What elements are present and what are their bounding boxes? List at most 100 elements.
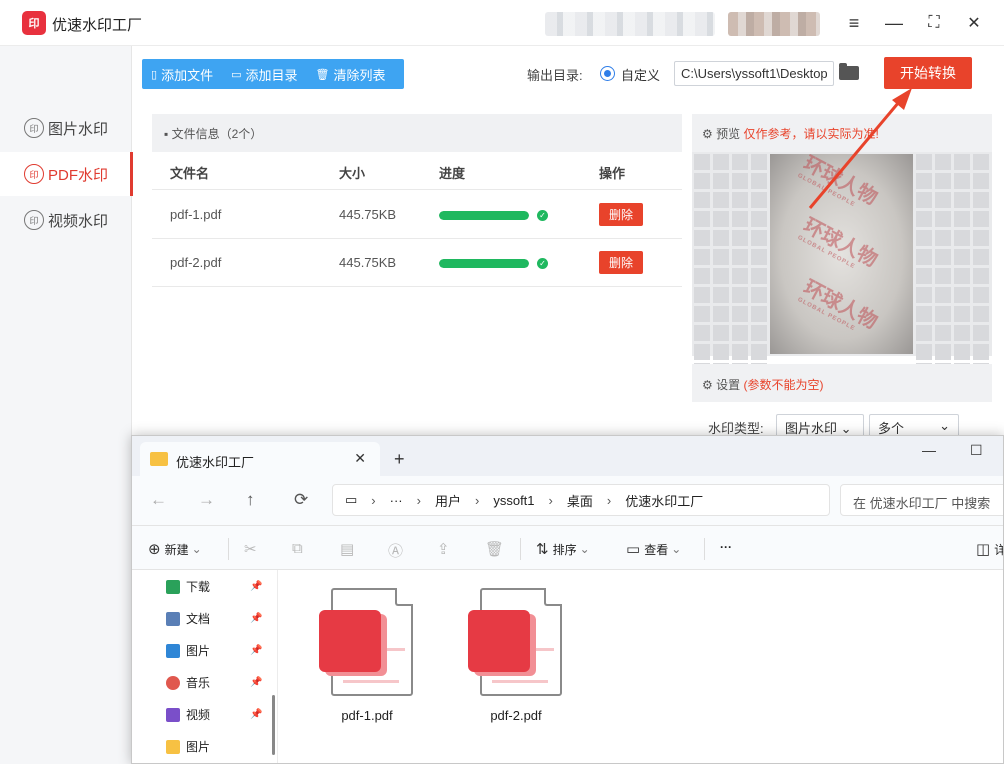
trash-icon: 🗑 [485,541,505,558]
address-bar: ← → ↑ ⟳ ▭ › ··· › 用户 › yssoft1 › 桌面 › 优速… [132,476,1003,526]
cut-button[interactable]: ✂ [244,540,261,558]
nav-item-documents[interactable]: 文档 📌 [166,610,266,627]
chevron-down-icon: ⌄ [939,418,950,433]
sidebar-item-image-watermark[interactable]: 印 图片水印 [0,106,132,150]
delete-button[interactable]: 删除 [599,203,643,226]
forward-icon[interactable]: → [198,490,215,510]
close-icon[interactable]: ✕ [960,10,988,36]
copy-icon: ⧉ [292,540,303,557]
refresh-icon[interactable]: ⟳ [294,490,308,510]
add-file-button[interactable]: ▯ 添加文件 [142,59,222,89]
nav-item-pictures[interactable]: 图片 📌 [166,642,266,659]
pointer-arrow-icon [808,88,912,209]
delete-button[interactable]: 删除 [599,251,643,274]
chevron-down-icon: ⌄ [840,421,852,436]
table-row: pdf-1.pdf 445.75KB ✓ 删除 [152,191,682,239]
divider [228,538,229,560]
video-icon [166,707,180,722]
new-button[interactable]: ⊕ 新建 ⌄ [148,540,202,558]
custom-output-radio[interactable] [600,66,615,81]
file-name-label[interactable]: pdf-1.pdf [307,708,427,723]
progress-bar [439,211,529,220]
sidebar-item-pdf-watermark[interactable]: 印 PDF水印 [0,152,133,196]
folder-icon[interactable] [839,63,859,80]
settings-label: 设置 [716,378,741,392]
table-row: pdf-2.pdf 445.75KB ✓ 删除 [152,239,682,287]
scrollbar[interactable] [272,695,275,755]
breadcrumb[interactable]: ▭ › ··· › 用户 › yssoft1 › 桌面 › 优速水印工厂 [332,484,830,516]
copy-button[interactable]: ⧉ [292,540,307,557]
pin-icon[interactable]: 📌 [250,613,262,624]
pdf-file-icon[interactable] [317,588,417,700]
delete-button[interactable]: 🗑 [485,540,508,558]
start-convert-button[interactable]: 开始转换 [884,57,972,89]
sidebar-item-video-watermark[interactable]: 印 视频水印 [0,198,132,242]
breadcrumb-item[interactable]: 用户 [435,491,461,510]
more-options-button[interactable]: ··· [720,540,732,554]
app-logo-icon: 印 [22,11,46,35]
file-name: pdf-2.pdf [170,255,222,270]
rename-button[interactable]: Ⓐ [388,540,407,561]
pin-icon[interactable]: 📌 [250,645,262,656]
minimize-icon[interactable]: — [922,442,936,458]
clear-list-button[interactable]: 🗑 清除列表 [307,59,395,89]
check-icon: ✓ [537,258,548,269]
gear-icon: ⚙ [702,127,717,141]
file-size: 445.75KB [339,255,397,270]
file-size: 445.75KB [339,207,397,222]
folder-icon [166,739,180,754]
breadcrumb-item[interactable]: 优速水印工厂 [625,491,703,510]
breadcrumb-more[interactable]: ··· [390,493,403,508]
output-path-input[interactable] [674,61,834,86]
progress-bar [439,259,529,268]
new-tab-icon[interactable]: + [394,449,405,470]
view-icon: ▭ [626,541,641,558]
breadcrumb-item[interactable]: yssoft1 [493,493,534,508]
nav-item-music[interactable]: 音乐 📌 [166,674,266,691]
sidebar-item-label: 视频水印 [48,212,109,230]
add-directory-button[interactable]: ▭ 添加目录 [222,59,306,89]
view-button[interactable]: ▭ 查看 ⌄ [626,540,681,558]
up-icon[interactable]: ↑ [246,490,255,510]
details-pane-button[interactable]: ◫详 [976,540,1003,558]
scissors-icon: ✂ [244,541,257,558]
paste-button[interactable]: ▤ [340,540,358,558]
download-icon [166,579,180,594]
minimize-icon[interactable]: — [880,10,908,36]
nav-item-videos[interactable]: 视频 📌 [166,706,266,723]
maximize-icon[interactable]: ⛶ [920,10,948,36]
blurred-user-avatar[interactable] [728,12,820,36]
breadcrumb-item[interactable]: 桌面 [567,491,593,510]
file-info-title: 文件信息（2个） [171,127,263,141]
menu-icon[interactable]: ≡ [840,10,868,36]
custom-output-label[interactable]: 自定义 [621,65,660,84]
pdf-file-icon[interactable] [466,588,566,700]
computer-icon: ▭ [345,492,358,507]
preview-label: 预览 [716,127,741,141]
explorer-tab-bar: 优速水印工厂 ✕ + — ☐ [132,436,1003,476]
file-name: pdf-1.pdf [170,207,222,222]
folder-icon: ▭ [231,68,242,81]
folder-icon [150,452,168,466]
nav-item-pictures-folder[interactable]: 图片 [166,738,266,755]
picture-icon [166,643,180,658]
sidebar: 印 图片水印 印 PDF水印 印 视频水印 [0,46,133,764]
back-icon[interactable]: ← [150,490,167,510]
add-directory-label: 添加目录 [245,67,298,83]
explorer-tab[interactable]: 优速水印工厂 ✕ [140,442,380,476]
file-name-label[interactable]: pdf-2.pdf [456,708,576,723]
nav-item-downloads[interactable]: 下载 📌 [166,578,266,595]
maximize-icon[interactable]: ☐ [970,442,983,459]
divider [704,538,705,560]
close-tab-icon[interactable]: ✕ [354,450,366,467]
search-input[interactable]: 在 优速水印工厂 中搜索 [840,484,1003,516]
share-button[interactable]: ⇪ [437,540,454,558]
progress-fill [439,211,529,220]
sort-button[interactable]: ⇅ 排序 ⌄ [536,540,590,558]
pin-icon[interactable]: 📌 [250,709,262,720]
command-bar: ⊕新建⌄ ✂ ⧉ ▤ Ⓐ ⇪ 🗑 ⇅排序⌄ ▭查看⌄ ··· ◫详 [132,526,1003,570]
pin-icon[interactable]: 📌 [250,581,262,592]
pin-icon[interactable]: 📌 [250,677,262,688]
document-icon [166,611,180,626]
sidebar-item-label: 图片水印 [48,120,109,138]
